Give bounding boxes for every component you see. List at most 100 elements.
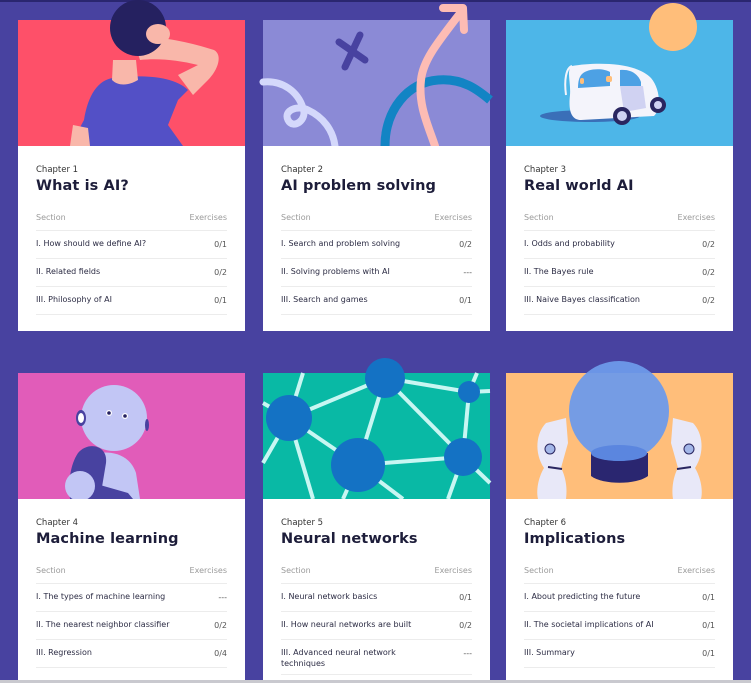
section-name: I. Search and problem solving xyxy=(281,239,401,248)
chapter-label: Chapter 6 xyxy=(524,518,567,528)
exercises-header: Exercises xyxy=(677,566,715,575)
section-name: I. The types of machine learning xyxy=(36,592,166,601)
divider xyxy=(524,667,715,668)
table-header: Section Exercises xyxy=(524,213,715,229)
exercise-count: 0/2 xyxy=(702,296,715,305)
divider xyxy=(36,286,227,287)
chapter-title[interactable]: Real world AI xyxy=(524,178,634,194)
exercises-header: Exercises xyxy=(189,566,227,575)
section-name: I. How should we define AI? xyxy=(36,239,147,248)
divider xyxy=(281,314,472,315)
chapter-6-body: Chapter 6 Implications Section Exercises… xyxy=(506,499,733,683)
divider xyxy=(36,583,227,584)
table-header: Section Exercises xyxy=(281,213,472,229)
chapter-label: Chapter 1 xyxy=(36,165,79,175)
exercise-count: 0/1 xyxy=(702,649,715,658)
divider xyxy=(36,611,227,612)
chapter-card-6[interactable]: Chapter 6 Implications Section Exercises… xyxy=(506,361,733,683)
exercise-count: 0/2 xyxy=(702,240,715,249)
exercises-header: Exercises xyxy=(189,213,227,222)
exercise-count: 0/2 xyxy=(214,268,227,277)
exercise-count: --- xyxy=(218,593,227,602)
chapter-5-illustration xyxy=(261,358,492,501)
section-header: Section xyxy=(36,213,66,222)
section-name: II. Solving problems with AI xyxy=(281,267,390,276)
section-header: Section xyxy=(524,213,554,222)
section-name: III. Advanced neural network techniques xyxy=(281,648,396,668)
self-driving-car-icon xyxy=(506,3,733,146)
section-name: I. Neural network basics xyxy=(281,592,378,601)
section-name: III. Search and games xyxy=(281,295,368,304)
divider xyxy=(36,639,227,640)
chapter-4-body: Chapter 4 Machine learning Section Exerc… xyxy=(18,499,245,683)
chapter-2-illustration xyxy=(259,4,493,150)
exercise-count: 0/1 xyxy=(214,296,227,305)
exercise-count: 0/4 xyxy=(214,649,227,658)
chapter-4-illustration xyxy=(18,373,245,501)
chapter-label: Chapter 4 xyxy=(36,518,79,528)
chapter-label: Chapter 3 xyxy=(524,165,567,175)
chapter-card-4[interactable]: Chapter 4 Machine learning Section Exerc… xyxy=(18,373,245,683)
divider xyxy=(36,667,227,668)
exercise-count: 0/1 xyxy=(214,240,227,249)
section-name: III. Naive Bayes classification xyxy=(524,295,640,304)
divider xyxy=(281,230,472,231)
chapter-6-illustration xyxy=(506,361,733,499)
divider xyxy=(36,314,227,315)
section-name: III. Summary xyxy=(524,648,575,657)
section-name: II. Related fields xyxy=(36,267,101,276)
chapter-card-3[interactable]: Chapter 3 Real world AI Section Exercise… xyxy=(506,3,733,331)
section-header: Section xyxy=(281,213,311,222)
chapter-title[interactable]: Implications xyxy=(524,531,625,547)
divider xyxy=(524,314,715,315)
divider xyxy=(524,611,715,612)
chapter-card-2[interactable]: Chapter 2 AI problem solving Section Exe… xyxy=(259,4,493,331)
chapter-5-body: Chapter 5 Neural networks Section Exerci… xyxy=(263,499,490,683)
exercise-count: 0/2 xyxy=(214,621,227,630)
divider xyxy=(281,258,472,259)
section-header: Section xyxy=(281,566,311,575)
person-scratching-head-icon xyxy=(18,0,245,146)
divider xyxy=(524,286,715,287)
chapter-1-body: Chapter 1 What is AI? Section Exercises … xyxy=(18,146,245,331)
exercise-count: 0/2 xyxy=(459,240,472,249)
chapter-title[interactable]: What is AI? xyxy=(36,178,129,194)
network-nodes-icon xyxy=(261,358,492,501)
section-name: III. Philosophy of AI xyxy=(36,295,112,304)
section-name: II. How neural networks are built xyxy=(281,620,412,629)
robot-hands-crystal-ball-icon xyxy=(506,361,733,499)
divider xyxy=(281,639,472,640)
divider xyxy=(281,583,472,584)
chapter-title[interactable]: Machine learning xyxy=(36,531,179,547)
exercise-count: --- xyxy=(463,649,472,658)
divider xyxy=(524,230,715,231)
table-header: Section Exercises xyxy=(36,213,227,229)
chapter-3-illustration xyxy=(506,3,733,146)
exercise-count: 0/2 xyxy=(459,621,472,630)
chapter-title[interactable]: AI problem solving xyxy=(281,178,436,194)
chapter-card-1[interactable]: Chapter 1 What is AI? Section Exercises … xyxy=(18,0,245,331)
chapter-title[interactable]: Neural networks xyxy=(281,531,418,547)
robot-icon xyxy=(18,373,245,501)
section-name: I. About predicting the future xyxy=(524,592,641,601)
section-name: II. The societal implications of AI xyxy=(524,620,654,629)
divider xyxy=(36,258,227,259)
chapter-1-illustration xyxy=(18,0,245,146)
chapter-2-body: Chapter 2 AI problem solving Section Exe… xyxy=(263,146,490,331)
table-header: Section Exercises xyxy=(524,566,715,582)
exercise-count: --- xyxy=(463,268,472,277)
exercises-header: Exercises xyxy=(434,213,472,222)
divider xyxy=(36,230,227,231)
table-header: Section Exercises xyxy=(36,566,227,582)
chapter-card-5[interactable]: Chapter 5 Neural networks Section Exerci… xyxy=(261,358,492,683)
divider xyxy=(281,611,472,612)
section-name: III. Regression xyxy=(36,648,92,657)
exercise-count: 0/1 xyxy=(459,593,472,602)
exercises-header: Exercises xyxy=(677,213,715,222)
section-name: I. Odds and probability xyxy=(524,239,615,248)
top-border xyxy=(0,0,751,2)
section-name: II. The Bayes rule xyxy=(524,267,594,276)
divider xyxy=(524,639,715,640)
section-header: Section xyxy=(524,566,554,575)
table-header: Section Exercises xyxy=(281,566,472,582)
